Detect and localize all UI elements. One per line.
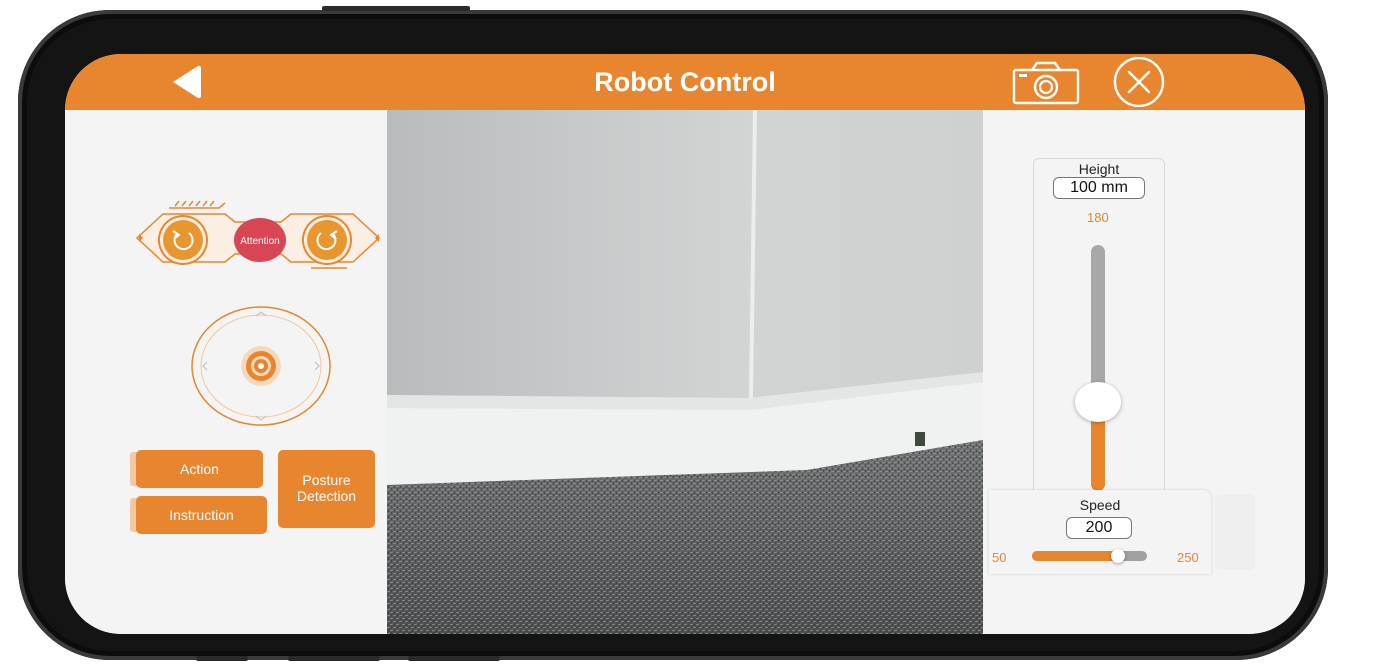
- left-control-panel: Attention Action Instruction Posture Det…: [65, 110, 387, 634]
- speed-max-label: 250: [1177, 550, 1199, 565]
- attention-label: Attention: [240, 236, 280, 247]
- header-bar: Robot Control: [65, 54, 1305, 110]
- action-button[interactable]: Action: [136, 450, 263, 488]
- posture-label-line1: Posture: [302, 472, 351, 488]
- phone-volume-button: [288, 656, 380, 661]
- phone-side-button: [322, 6, 470, 11]
- speed-card-edge: [1215, 494, 1255, 570]
- height-label: Height: [1078, 161, 1120, 177]
- instruction-label: Instruction: [169, 507, 234, 523]
- speed-slider[interactable]: [1032, 549, 1147, 563]
- camera-icon: [1012, 61, 1080, 105]
- action-label: Action: [180, 461, 219, 477]
- height-slider[interactable]: [1075, 245, 1121, 491]
- posture-label-line2: Detection: [296, 488, 357, 504]
- posture-detection-button[interactable]: Posture Detection: [278, 450, 375, 528]
- speed-min-label: 50: [992, 550, 1007, 565]
- camera-feed: [387, 110, 983, 634]
- back-button[interactable]: [165, 62, 205, 102]
- height-slider-track: [1091, 245, 1105, 491]
- phone-frame: Robot Control Attention Action Instructi…: [18, 10, 1328, 660]
- joystick[interactable]: [189, 294, 333, 438]
- height-value-field[interactable]: 100 mm: [1053, 177, 1145, 199]
- speed-label: Speed: [1079, 497, 1121, 513]
- camera-feed-image: [387, 110, 983, 634]
- rotate-left-icon: [172, 230, 194, 251]
- instruction-button[interactable]: Instruction: [136, 496, 267, 534]
- rotate-right-button[interactable]: [307, 220, 347, 260]
- close-button[interactable]: [1111, 56, 1167, 108]
- rotate-right-icon: [316, 230, 338, 251]
- back-arrow-icon: [173, 65, 201, 99]
- phone-volume-button: [408, 656, 500, 661]
- app-screen: Robot Control Attention Action Instructi…: [65, 54, 1305, 634]
- height-max-label: 180: [1087, 210, 1109, 225]
- right-control-panel: Height 100 mm 180 55 Speed 200 50: [983, 110, 1305, 634]
- speed-card: Speed 200 50 250: [989, 490, 1211, 574]
- attention-button[interactable]: Attention: [234, 218, 286, 262]
- speed-slider-track: [1032, 551, 1147, 561]
- height-slider-knob[interactable]: [1075, 382, 1121, 423]
- camera-button[interactable]: [1010, 60, 1082, 106]
- rotate-left-button[interactable]: [163, 220, 203, 260]
- speed-value-field[interactable]: 200: [1066, 517, 1132, 539]
- speed-slider-fill: [1032, 551, 1119, 561]
- close-circle-icon: [1113, 56, 1165, 108]
- phone-volume-button: [196, 656, 248, 661]
- height-card: Height 100 mm 180 55: [1033, 158, 1165, 535]
- joystick-icon: [191, 306, 331, 426]
